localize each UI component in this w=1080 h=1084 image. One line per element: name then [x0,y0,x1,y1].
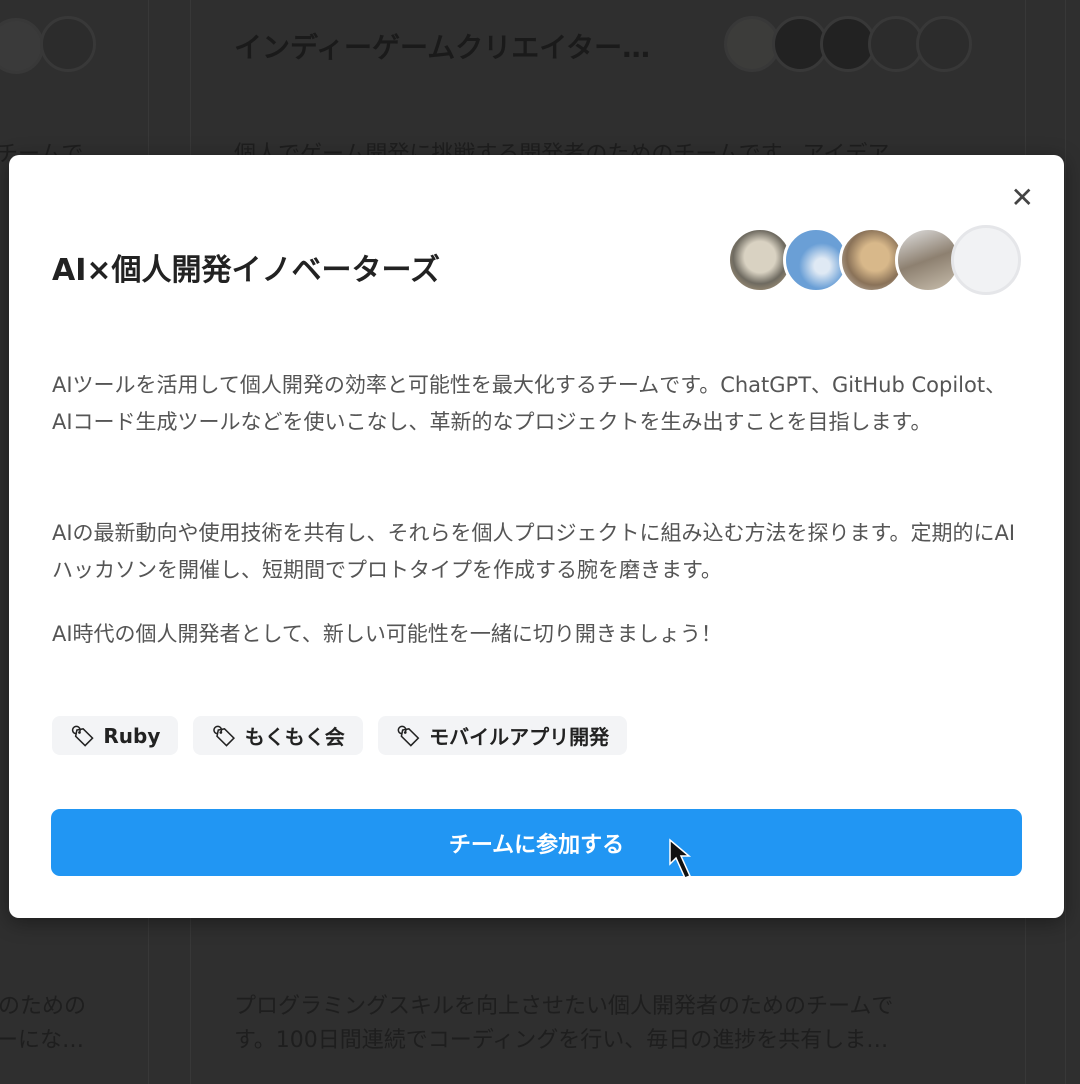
bg-left-text: のための [0,994,87,1019]
tag-icon: 🏷︎ [70,723,96,748]
tag-icon: 🏷︎ [395,723,422,748]
bg-avatar [40,16,96,72]
description-paragraph: AI時代の個人開発者として、新しい可能性を一緒に切り開きましょう！ [52,622,722,646]
bg-card-desc: す。100日間連続でコーディングを行い、毎日の進捗を共有しま… [234,1028,889,1053]
tag-mokumoku[interactable]: 🏷︎ もくもく会 [193,716,363,755]
bg-card-desc: プログラミングスキルを向上させたい個人開発者のためのチームで [234,994,894,1019]
tag-label: もくもく会 [244,725,345,749]
tag-list: 🏷︎ Ruby 🏷︎ もくもく会 🏷︎ モバイルアプリ開発 [52,716,628,755]
tag-mobile-app[interactable]: 🏷︎ モバイルアプリ開発 [377,716,628,755]
tag-icon: 🏷︎ [211,723,237,748]
bg-avatar [0,18,44,74]
join-team-button[interactable]: チームに参加する [51,809,1022,876]
bg-avatar [916,16,972,72]
close-icon[interactable]: ✕ [1011,183,1034,213]
description-paragraph: AIの最新動向や使用技術を共有し、それらを個人プロジェクトに組み込む方法を探りま… [52,521,1016,582]
team-detail-modal: ✕ AI×個人開発イノベーターズ AIツールを活用して個人開発の効率と可能性を最… [9,155,1064,918]
tag-label: モバイルアプリ開発 [429,725,610,749]
tag-ruby[interactable]: 🏷︎ Ruby [52,716,179,755]
team-description: AIツールを活用して個人開発の効率と可能性を最大化するチームです。ChatGPT… [52,367,1022,653]
team-title: AI×個人開発イノベーターズ [52,253,441,288]
bg-left-text: ーにな… [0,1028,85,1053]
tag-label: Ruby [103,723,161,748]
member-avatars [727,225,1021,295]
mouse-cursor-icon [669,838,692,879]
description-paragraph: AIツールを活用して個人開発の効率と可能性を最大化するチームです。ChatGPT… [52,373,1007,434]
bg-card-title: インディーゲームクリエイター… [234,31,651,64]
avatar[interactable] [951,225,1021,295]
